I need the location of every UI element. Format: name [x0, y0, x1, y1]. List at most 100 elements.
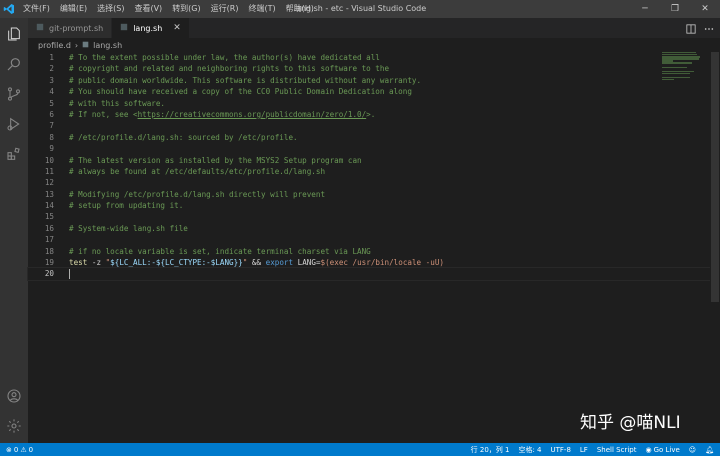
token-keyword: export: [265, 258, 294, 268]
tab-lang[interactable]: lang.sh ✕: [112, 18, 190, 38]
window-controls: ─ ❐ ✕: [630, 0, 720, 18]
close-window-button[interactable]: ✕: [690, 0, 720, 18]
notifications-bell-icon[interactable]: 🔔︎: [705, 446, 714, 454]
zhihu-watermark: 知乎 @喵NLI: [580, 413, 681, 433]
file-encoding[interactable]: UTF-8: [551, 446, 571, 454]
scrollbar-thumb[interactable]: [711, 52, 719, 302]
tab-label: git-prompt.sh: [49, 23, 104, 33]
go-live-button[interactable]: ◉ Go Live: [645, 446, 679, 454]
line-number: 7: [49, 121, 54, 131]
line-number: 18: [44, 246, 54, 256]
code-line: 10 # The latest version as installed by t…: [28, 155, 710, 166]
breadcrumb-separator: ›: [74, 40, 79, 50]
code-text: # setup from updating it.: [69, 201, 184, 211]
line-number: 16: [44, 223, 54, 233]
line-number: 11: [44, 166, 54, 176]
code-line: 18 # if no locale variable is set, indica…: [28, 246, 710, 257]
menu-run[interactable]: 运行(R): [206, 0, 244, 18]
settings-gear-icon[interactable]: [0, 412, 28, 440]
code-text: # if no locale variable is set, indicate…: [69, 246, 371, 256]
code-line: 1 # To the extent possible under law, the…: [28, 52, 710, 63]
minimize-button[interactable]: ─: [630, 0, 660, 18]
split-editor-icon[interactable]: [686, 19, 696, 38]
text-cursor: [69, 269, 70, 280]
problems-indicator[interactable]: ⊗ 0 ⚠ 0: [6, 446, 33, 454]
breadcrumb: profile.d › lang.sh: [28, 38, 720, 52]
code-line: 17: [28, 234, 710, 245]
code-line: 15: [28, 211, 710, 222]
menu-view[interactable]: 查看(V): [129, 0, 167, 18]
code-line: 12: [28, 177, 710, 188]
account-icon[interactable]: [0, 382, 28, 410]
code-text: [69, 268, 70, 280]
code-text: # The latest version as installed by the…: [69, 155, 362, 165]
comment-text: >.: [366, 109, 376, 119]
token-operator: &&: [247, 258, 266, 268]
warning-count: 0: [28, 445, 34, 454]
menu-selection[interactable]: 选择(S): [92, 0, 129, 18]
status-left: ⊗ 0 ⚠ 0: [0, 446, 33, 454]
tab-label: lang.sh: [133, 23, 163, 33]
code-text: test -z "${LC_ALL:-${LC_CTYPE:-$LANG}}" …: [69, 257, 444, 268]
explorer-icon[interactable]: [0, 20, 28, 48]
end-of-line[interactable]: LF: [580, 446, 588, 454]
current-line: 20: [27, 267, 711, 281]
token-parameter-expansion: ${LC_ALL:-${LC_CTYPE:-$LANG}}: [110, 258, 243, 268]
language-mode[interactable]: Shell Script: [597, 446, 637, 454]
menu-help[interactable]: 帮助(H): [281, 0, 319, 18]
line-number: 13: [44, 189, 54, 199]
code-line: 8 # /etc/profile.d/lang.sh: sourced by /e…: [28, 132, 710, 143]
run-debug-icon[interactable]: [0, 110, 28, 138]
broadcast-icon: ◉: [645, 445, 652, 454]
cursor-position[interactable]: 行 20，列 1: [471, 445, 510, 455]
code-text: # always be found at /etc/defaults/etc/p…: [69, 166, 326, 176]
editor-tabs: git-prompt.sh lang.sh ✕: [28, 18, 720, 38]
source-control-icon[interactable]: [0, 80, 28, 108]
vertical-scrollbar[interactable]: [710, 52, 720, 443]
code-text: # You should have received a copy of the…: [69, 87, 412, 97]
minimap[interactable]: [662, 52, 710, 84]
shell-file-icon: [36, 23, 44, 33]
code-editor[interactable]: 1 # To the extent possible under law, the…: [27, 52, 711, 443]
license-link[interactable]: https://creativecommons.org/publicdomain…: [138, 110, 367, 119]
menu-bar: 文件(F) 编辑(E) 选择(S) 查看(V) 转到(G) 运行(R) 终端(T…: [18, 0, 319, 18]
line-number: 12: [44, 178, 54, 188]
code-line: 5 # with this software.: [28, 98, 710, 109]
extensions-icon[interactable]: [0, 140, 28, 168]
more-actions-icon[interactable]: [704, 19, 714, 38]
tab-git-prompt[interactable]: git-prompt.sh: [28, 18, 113, 38]
menu-go[interactable]: 转到(G): [167, 0, 205, 18]
line-number: 2: [49, 64, 54, 74]
vscode-logo-icon[interactable]: [0, 0, 18, 18]
code-line: 11 # always be found at /etc/defaults/etc…: [28, 166, 710, 177]
code-text: # To the extent possible under law, the …: [69, 53, 380, 62]
code-line: 6 # If not, see <https://creativecommons.…: [28, 109, 710, 120]
editor-actions: [686, 18, 720, 38]
token-subshell: $(exec /usr/bin/locale -uU): [320, 258, 444, 268]
breadcrumb-folder[interactable]: profile.d: [38, 41, 71, 50]
code-text: # Modifying /etc/profile.d/lang.sh direc…: [69, 189, 326, 199]
menu-edit[interactable]: 编辑(E): [55, 0, 92, 18]
warning-icon: ⚠: [20, 445, 27, 454]
error-icon: ⊗: [6, 445, 12, 454]
code-text: # copyright and related and neighboring …: [69, 64, 390, 74]
menu-terminal[interactable]: 终端(T): [243, 0, 280, 18]
indentation[interactable]: 空格: 4: [518, 445, 541, 455]
menu-file[interactable]: 文件(F): [18, 0, 55, 18]
feedback-icon[interactable]: ☺: [689, 446, 696, 454]
line-number: 5: [49, 98, 54, 108]
line-number: 8: [49, 132, 54, 142]
shell-file-icon: [82, 41, 89, 50]
code-text: # with this software.: [69, 98, 166, 108]
maximize-button[interactable]: ❐: [660, 0, 690, 18]
close-tab-icon[interactable]: ✕: [173, 23, 181, 33]
code-line: 7: [28, 120, 710, 131]
code-line: 13 # Modifying /etc/profile.d/lang.sh dir…: [28, 189, 710, 200]
code-line: 4 # You should have received a copy of th…: [28, 86, 710, 97]
line-number: 19: [44, 258, 54, 268]
go-live-label: Go Live: [653, 445, 680, 454]
line-number: 4: [49, 87, 54, 97]
breadcrumb-file[interactable]: lang.sh: [93, 41, 122, 50]
token-variable: LANG: [297, 258, 316, 268]
search-icon[interactable]: [0, 50, 28, 78]
